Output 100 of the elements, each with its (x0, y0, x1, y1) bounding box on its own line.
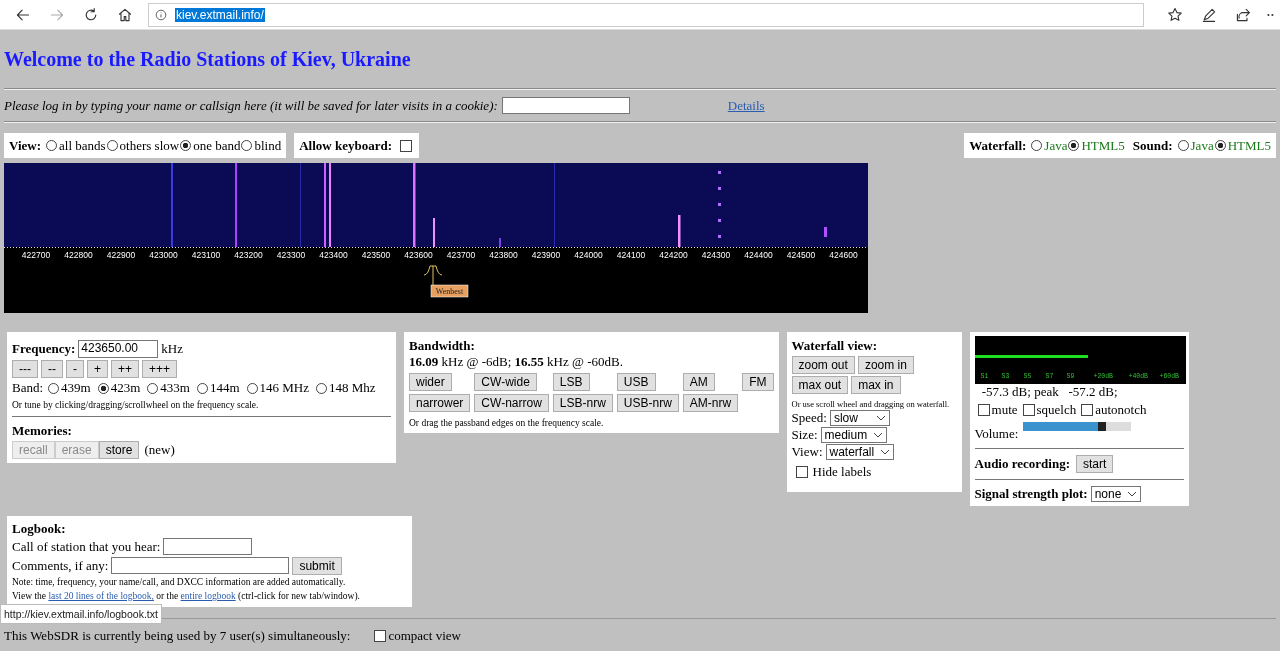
details-link[interactable]: Details (727, 97, 765, 114)
frequency-label: 423200 (234, 250, 263, 260)
mode-label: Sound: (1132, 137, 1173, 154)
frequency-label: 423500 (361, 250, 391, 260)
zoom-button[interactable]: max in (851, 376, 901, 394)
memory-button[interactable]: store (98, 441, 140, 459)
option-label[interactable]: HTML5 (1227, 137, 1271, 154)
frequency-label: 424000 (574, 250, 603, 260)
status-text: This WebSDR is currently being used by 7 user(s) simultaneously: (4, 628, 351, 644)
plot-label: Signal strength plot: (974, 486, 1088, 502)
checkbox-label[interactable]: squelch (1036, 402, 1077, 418)
dropdown[interactable]: none (1090, 486, 1142, 502)
dropdown[interactable]: waterfall (825, 444, 895, 460)
logbook-links-text: View the last 20 lines of the logbook, or the entire logbook (ctrl-click for new tab/window). (12, 591, 361, 601)
step-button[interactable]: +++ (142, 360, 178, 378)
address-field[interactable]: kiev.extmail.info/ (175, 7, 265, 22)
frequency-label: 422800 (64, 250, 93, 260)
call-label: Call of station that you hear: (12, 538, 161, 555)
step-button[interactable]: - (66, 360, 84, 378)
zoom-button[interactable]: max out (791, 376, 849, 394)
memories-label: Memories: (12, 423, 73, 439)
mode-button[interactable]: AM (682, 373, 715, 391)
mode-button[interactable]: FM (742, 373, 774, 391)
mode-button[interactable]: LSB (552, 373, 590, 391)
band-label: Band: (12, 380, 44, 396)
option-label[interactable]: HTML5 (1081, 137, 1125, 154)
dropdown[interactable]: medium (820, 427, 888, 443)
frequency-label: 424100 (616, 250, 646, 260)
step-button[interactable]: --- (12, 360, 38, 378)
mode-button[interactable]: CW-narrow (474, 394, 549, 412)
frequency-label: 424300 (701, 250, 731, 260)
option-label[interactable]: all bands (59, 137, 106, 154)
option-label[interactable]: one band (193, 137, 241, 154)
option-label[interactable]: Java (1190, 137, 1214, 154)
mode-button[interactable]: CW-wide (474, 373, 537, 391)
mode-button[interactable]: wider (409, 373, 452, 391)
mode-button[interactable]: LSB-nrw (552, 394, 613, 412)
frequency-label: 423300 (276, 250, 306, 260)
keyboard-label: Allow keyboard: (299, 137, 393, 154)
bandwidth-hint: Or drag the passband edges on the frequency scale. (409, 418, 605, 428)
band-option[interactable]: 423m (110, 380, 141, 396)
band-option[interactable]: 146 MHz (259, 380, 310, 396)
logbook-link[interactable]: entire logbook (180, 591, 236, 601)
option-label[interactable]: Java (1044, 137, 1068, 154)
recording-label: Audio recording: (974, 456, 1070, 472)
station-label[interactable]: Wenbest (430, 284, 469, 298)
mode-button[interactable]: AM-nrw (682, 394, 739, 412)
view-label: View: (9, 137, 41, 154)
frequency-label: 424600 (829, 250, 858, 260)
logbook-label: Logbook: (12, 521, 67, 537)
link-tooltip: http://kiev.extmail.info/logbook.txt (0, 604, 162, 624)
waterfall-display[interactable]: 422700 422800 422900 423000 423100 423200 423300 423400 423500 423600 423700 423800 423900 424000 424100 424200 424300 424400 424500 424600 Wenbest (4, 163, 868, 313)
step-button[interactable]: ++ (111, 360, 140, 378)
mode-button[interactable]: USB (616, 373, 656, 391)
band-option[interactable]: 144m (209, 380, 240, 396)
bandwidth-label: Bandwidth: (409, 338, 476, 354)
checkbox-label[interactable]: mute (991, 402, 1018, 418)
band-option[interactable]: 148 Mhz (329, 380, 376, 396)
band-option[interactable]: 433m (160, 380, 190, 396)
step-button[interactable]: -- (41, 360, 63, 378)
frequency-label: 423800 (489, 250, 518, 260)
frequency-label: 423400 (319, 250, 348, 260)
checkbox-label[interactable]: compact view (388, 628, 461, 644)
checkbox-label[interactable]: autonotch (1095, 402, 1147, 418)
unit-label: kHz (161, 341, 183, 357)
frequency-field[interactable]: 423650.00 (78, 340, 159, 358)
frequency-label: 423100 (191, 250, 221, 260)
select-label: Speed: (791, 410, 827, 426)
frequency-label: 424200 (659, 250, 688, 260)
mode-label: Waterfall: (969, 137, 1027, 154)
memory-note: (new) (144, 442, 175, 458)
frequency-label: 422900 (106, 250, 136, 260)
waterfall-view-label: Waterfall view: (791, 338, 879, 354)
frequency-label: 424400 (744, 250, 773, 260)
option-label[interactable]: others slow (119, 137, 180, 154)
checkbox-label[interactable]: Hide labels (812, 464, 872, 480)
mode-button[interactable]: USB-nrw (616, 394, 679, 412)
dropdown[interactable]: slow (829, 410, 890, 426)
zoom-button[interactable]: zoom out (791, 356, 855, 374)
step-button[interactable]: + (87, 360, 108, 378)
start-button[interactable]: start (1076, 455, 1114, 473)
select-label: View: (791, 444, 823, 460)
frequency-label: 423700 (446, 250, 476, 260)
submit-button[interactable]: submit (292, 556, 342, 575)
signal-reading: -57.3 dB; peak -57.2 dB; (980, 384, 1119, 400)
frequency-label: Frequency: (12, 341, 76, 357)
page-title: Welcome to the Radio Stations of Kiev, Ukraine (4, 47, 412, 71)
frequency-label: 423600 (404, 250, 433, 260)
bandwidth-reading: 16.09 kHz @ -6dB; 16.55 kHz @ -60dB. (409, 354, 624, 370)
zoom-button[interactable]: zoom in (857, 356, 914, 374)
volume-label: Volume: (974, 426, 1019, 442)
logbook-link[interactable]: last 20 lines of the logbook, (48, 591, 154, 601)
tuning-hint: Or tune by clicking/dragging/scrollwheel on the frequency scale. (12, 400, 260, 410)
frequency-label: 423000 (149, 250, 178, 260)
logbook-note: Note: time, frequency, your name/call, and DXCC information are added automatically. (12, 577, 347, 587)
frequency-label: 424500 (786, 250, 816, 260)
option-label[interactable]: blind (254, 137, 282, 154)
mode-button[interactable]: narrower (409, 394, 471, 412)
login-prompt: Please log in by typing your name or callsign here (it will be saved for later visits in a cookie): (4, 97, 498, 114)
band-option[interactable]: 439m (61, 380, 91, 396)
